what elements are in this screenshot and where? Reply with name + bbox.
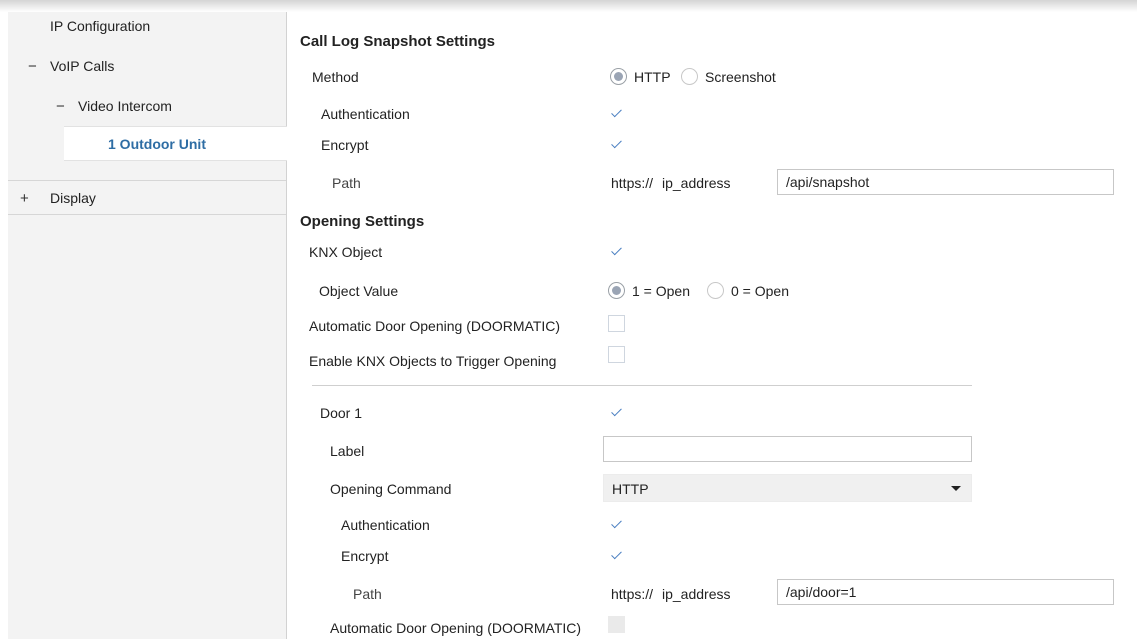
collapse-icon[interactable]: − [56, 98, 65, 115]
method-radio-screenshot[interactable] [681, 68, 698, 85]
object-value-label: Object Value [319, 283, 399, 299]
sidebar-item-ip-configuration[interactable]: IP Configuration [8, 12, 286, 47]
object-value-option-1: 1 = Open [632, 283, 690, 299]
sidebar-item-label: Display [50, 190, 96, 206]
section-title-snapshot: Call Log Snapshot Settings [300, 33, 496, 50]
sidebar-tree: IP Configuration − VoIP Calls − Video In… [8, 12, 287, 639]
sidebar-item-label: 1 Outdoor Unit [108, 136, 206, 152]
snapshot-path-input[interactable] [777, 169, 1114, 195]
door1-path-label: Path [353, 586, 382, 602]
method-option-screenshot: Screenshot [705, 69, 776, 85]
door1-path-host: ip_address [662, 586, 731, 602]
dropdown-caret-icon [951, 486, 961, 491]
method-option-http: HTTP [634, 69, 671, 85]
path-prefix: https:// [611, 175, 654, 191]
opening-command-label: Opening Command [330, 481, 452, 497]
path-host: ip_address [662, 175, 731, 191]
sidebar-item-label: VoIP Calls [50, 58, 115, 74]
knx-object-label: KNX Object [309, 244, 383, 260]
door1-label-field-label: Label [330, 443, 365, 459]
settings-panel: Call Log Snapshot Settings Method HTTP S… [287, 12, 1137, 639]
doormatic-checkbox[interactable] [608, 315, 625, 332]
sidebar-item-video-intercom[interactable]: − Video Intercom [8, 89, 286, 124]
object-value-radio-0[interactable] [707, 282, 724, 299]
window-top-shadow [0, 0, 1137, 12]
object-value-radio-1[interactable] [608, 282, 625, 299]
opening-command-select[interactable]: HTTP [603, 474, 972, 502]
door1-authentication-checkbox[interactable] [608, 516, 625, 533]
section-title-opening: Opening Settings [300, 213, 425, 230]
section-divider [312, 385, 972, 386]
door1-checkbox[interactable] [608, 404, 625, 421]
door1-encrypt-label: Encrypt [341, 548, 389, 564]
sidebar-item-label: IP Configuration [50, 18, 151, 34]
door1-authentication-label: Authentication [341, 517, 430, 533]
door1-encrypt-checkbox[interactable] [608, 547, 625, 564]
authentication-label: Authentication [321, 106, 410, 122]
encrypt-checkbox[interactable] [608, 136, 625, 153]
object-value-option-0: 0 = Open [731, 283, 789, 299]
expand-icon[interactable]: + [20, 190, 29, 207]
method-radio-http[interactable] [610, 68, 627, 85]
door1-label-input[interactable] [603, 436, 972, 462]
path-label: Path [332, 175, 361, 191]
sidebar-item-label: Video Intercom [78, 98, 172, 114]
enable-knx-checkbox[interactable] [608, 346, 625, 363]
door1-path-input[interactable] [777, 579, 1114, 605]
sidebar-item-display[interactable]: + Display [8, 180, 286, 215]
opening-command-value: HTTP [612, 481, 649, 497]
method-label: Method [312, 69, 359, 85]
sidebar-item-outdoor-unit[interactable]: 1 Outdoor Unit [64, 126, 287, 161]
enable-knx-label: Enable KNX Objects to Trigger Opening [309, 353, 557, 369]
door1-doormatic-checkbox[interactable] [608, 616, 625, 633]
sidebar-item-voip-calls[interactable]: − VoIP Calls [8, 49, 286, 84]
door1-label: Door 1 [320, 405, 363, 421]
door1-doormatic-label: Automatic Door Opening (DOORMATIC) [330, 620, 582, 636]
door1-path-prefix: https:// [611, 586, 654, 602]
doormatic-label: Automatic Door Opening (DOORMATIC) [309, 318, 561, 334]
authentication-checkbox[interactable] [608, 105, 625, 122]
collapse-icon[interactable]: − [28, 58, 37, 75]
encrypt-label: Encrypt [321, 137, 369, 153]
knx-object-checkbox[interactable] [608, 243, 625, 260]
